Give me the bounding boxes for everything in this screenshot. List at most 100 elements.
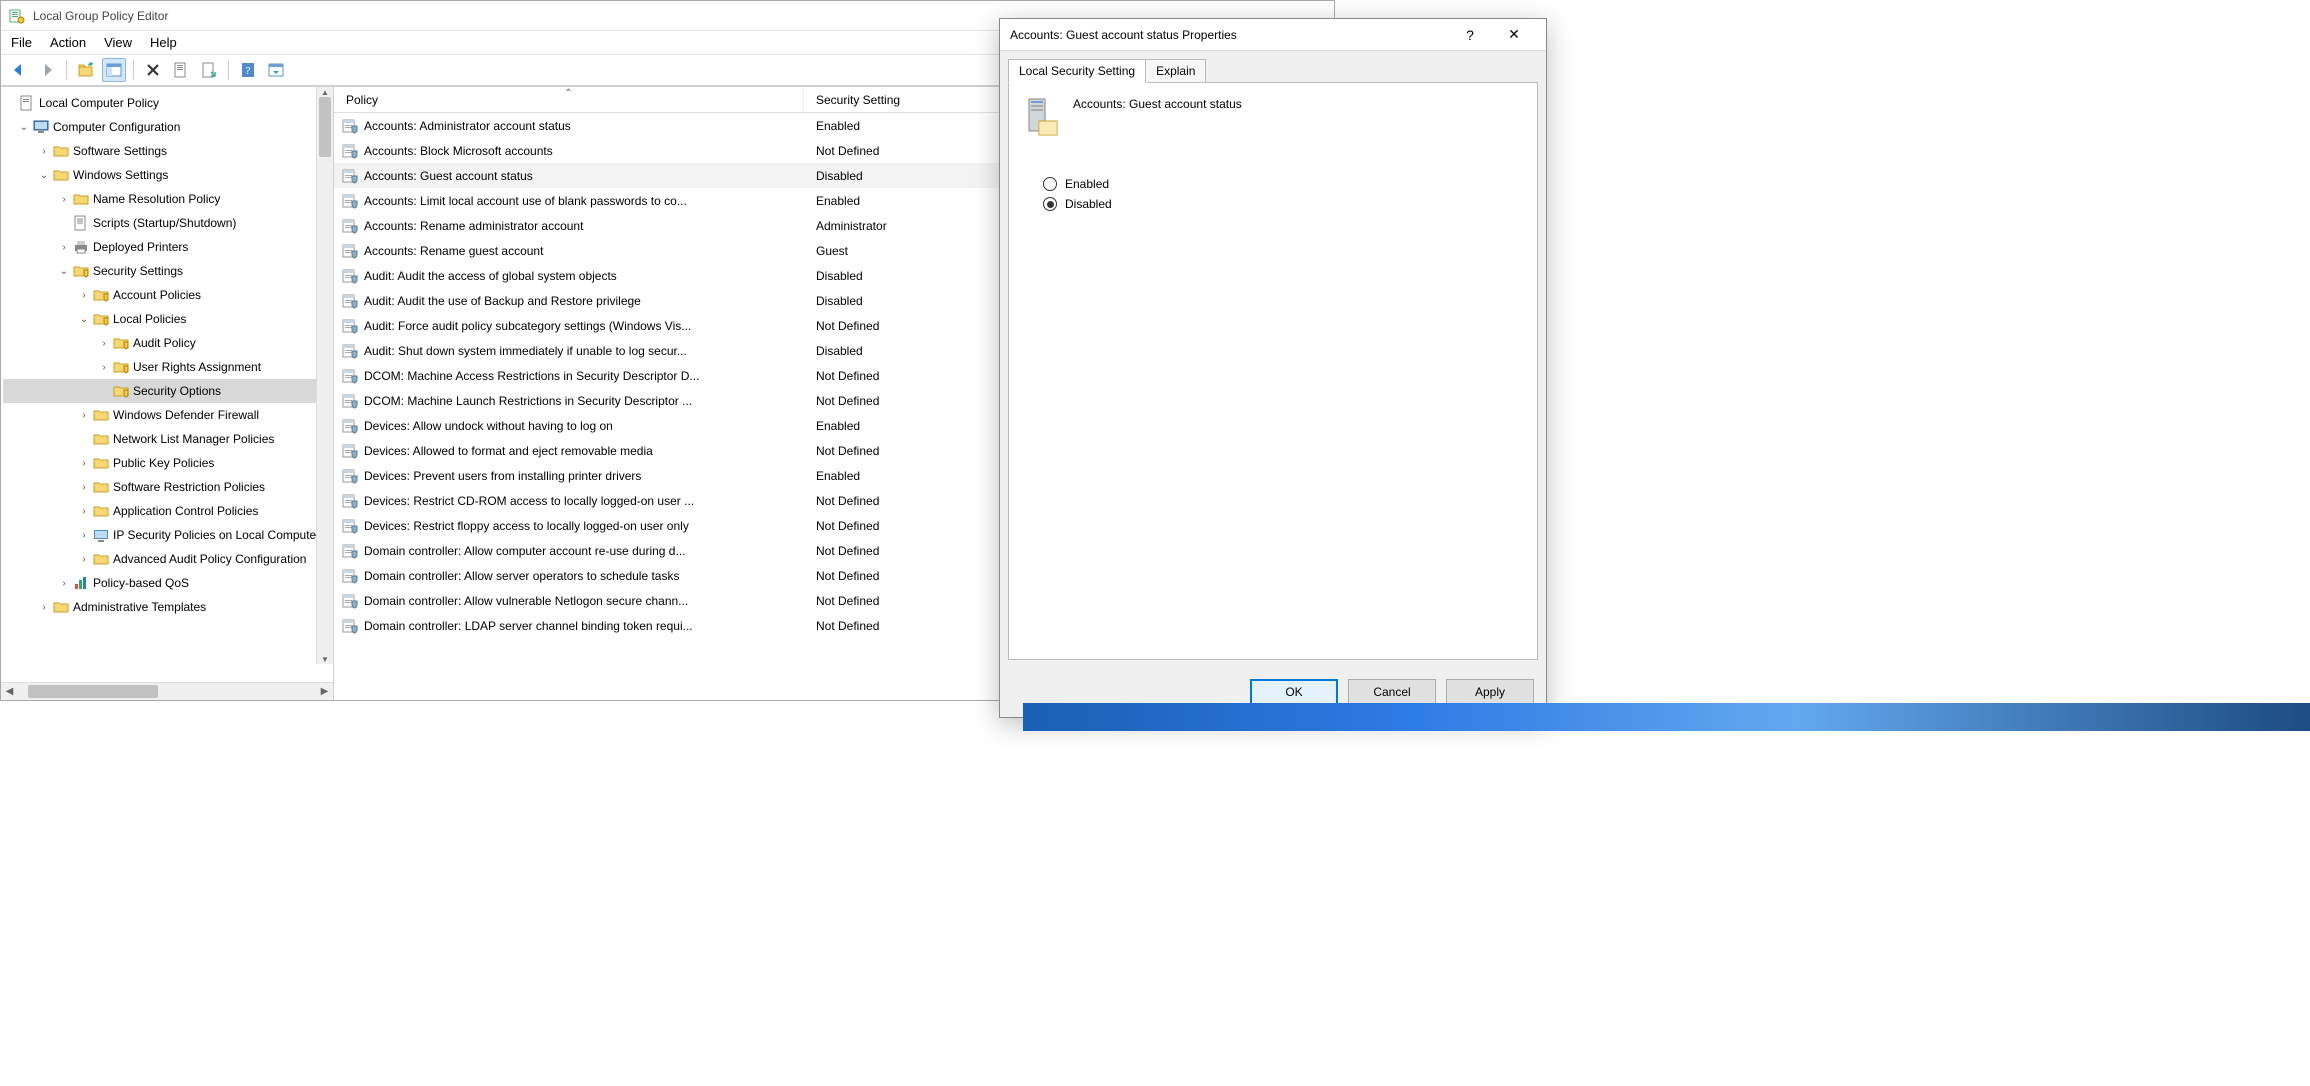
policy-icon: [342, 193, 358, 209]
dialog-titlebar: Accounts: Guest account status Propertie…: [1000, 19, 1546, 51]
radio-disabled[interactable]: Disabled: [1043, 197, 1523, 211]
tree-advanced-audit[interactable]: › Advanced Audit Policy Configuration: [3, 547, 331, 571]
twisty-closed-icon[interactable]: ›: [97, 338, 111, 349]
scroll-up-arrow-icon[interactable]: ▲: [317, 87, 333, 97]
twisty-closed-icon[interactable]: ›: [37, 146, 51, 157]
twisty-open-icon[interactable]: ⌄: [37, 170, 51, 181]
policy-setting: Not Defined: [804, 544, 879, 558]
tree-software-settings[interactable]: › Software Settings: [3, 139, 331, 163]
button-label: Apply: [1475, 685, 1505, 699]
dialog-close-button[interactable]: ✕: [1492, 20, 1536, 50]
tree-network-list[interactable]: Network List Manager Policies: [3, 427, 331, 451]
tree-windows-settings[interactable]: ⌄ Windows Settings: [3, 163, 331, 187]
scroll-left-arrow-icon[interactable]: ◀: [1, 686, 18, 697]
tree-local-policies[interactable]: ⌄ Local Policies: [3, 307, 331, 331]
twisty-closed-icon[interactable]: ›: [97, 362, 111, 373]
policy-setting: Disabled: [804, 169, 863, 183]
twisty-closed-icon[interactable]: ›: [77, 458, 91, 469]
policy-setting: Disabled: [804, 294, 863, 308]
tree-software-restriction[interactable]: › Software Restriction Policies: [3, 475, 331, 499]
back-button[interactable]: [7, 58, 31, 82]
tree-root[interactable]: Local Computer Policy: [3, 91, 331, 115]
taskbar-strip: [1023, 703, 2310, 731]
tree-scripts[interactable]: Scripts (Startup/Shutdown): [3, 211, 331, 235]
tree-name-resolution[interactable]: › Name Resolution Policy: [3, 187, 331, 211]
twisty-open-icon[interactable]: ⌄: [77, 314, 91, 325]
folder-icon: [93, 455, 109, 471]
radio-enabled[interactable]: Enabled: [1043, 177, 1523, 191]
tree-account-policies[interactable]: › Account Policies: [3, 283, 331, 307]
tree-label: Computer Configuration: [53, 120, 180, 134]
menu-action[interactable]: Action: [50, 35, 86, 50]
tree-public-key[interactable]: › Public Key Policies: [3, 451, 331, 475]
policy-icon: [342, 318, 358, 334]
security-folder-icon: [113, 359, 129, 375]
export-list-button[interactable]: [197, 58, 221, 82]
tree-policy-qos[interactable]: › Policy-based QoS: [3, 571, 331, 595]
ok-button[interactable]: OK: [1250, 679, 1338, 705]
scroll-thumb[interactable]: [319, 97, 331, 157]
twisty-closed-icon[interactable]: ›: [77, 482, 91, 493]
properties-button[interactable]: [169, 58, 193, 82]
twisty-open-icon[interactable]: ⌄: [57, 266, 71, 277]
tab-label: Local Security Setting: [1019, 64, 1135, 78]
scroll-down-arrow-icon[interactable]: ▼: [317, 654, 333, 664]
twisty-closed-icon[interactable]: ›: [77, 530, 91, 541]
scroll-thumb[interactable]: [28, 685, 158, 698]
menu-view[interactable]: View: [104, 35, 132, 50]
tree-label: Administrative Templates: [73, 600, 206, 614]
tree-defender-firewall[interactable]: › Windows Defender Firewall: [3, 403, 331, 427]
dialog-help-button[interactable]: ?: [1448, 20, 1492, 50]
help-icon: ?: [1466, 27, 1474, 43]
tree-audit-policy[interactable]: › Audit Policy: [3, 331, 331, 355]
close-icon: ✕: [1508, 26, 1520, 43]
policy-tree[interactable]: Local Computer Policy ⌄ Computer Configu…: [1, 87, 333, 623]
twisty-closed-icon[interactable]: ›: [57, 578, 71, 589]
menu-file[interactable]: File: [11, 35, 32, 50]
scroll-right-arrow-icon[interactable]: ▶: [316, 686, 333, 697]
tree-admin-templates[interactable]: › Administrative Templates: [3, 595, 331, 619]
tree-ip-security[interactable]: › IP Security Policies on Local Computer: [3, 523, 331, 547]
show-hide-tree-button[interactable]: [102, 58, 126, 82]
tab-local-security-setting[interactable]: Local Security Setting: [1008, 59, 1146, 83]
policy-icon: [342, 443, 358, 459]
policy-icon: [342, 168, 358, 184]
twisty-closed-icon[interactable]: ›: [57, 194, 71, 205]
twisty-closed-icon[interactable]: ›: [77, 410, 91, 421]
twisty-closed-icon[interactable]: ›: [57, 242, 71, 253]
help-button[interactable]: ?: [236, 58, 260, 82]
filter-button[interactable]: [264, 58, 288, 82]
policy-setting: Enabled: [804, 119, 860, 133]
delete-button[interactable]: [141, 58, 165, 82]
col-header-policy[interactable]: Policy: [334, 87, 804, 112]
apply-button[interactable]: Apply: [1446, 679, 1534, 705]
cancel-button[interactable]: Cancel: [1348, 679, 1436, 705]
policy-setting: Not Defined: [804, 594, 879, 608]
tab-explain[interactable]: Explain: [1145, 59, 1206, 83]
twisty-closed-icon[interactable]: ›: [77, 554, 91, 565]
twisty-open-icon[interactable]: ⌄: [17, 122, 31, 133]
tree-label: Security Settings: [93, 264, 183, 278]
forward-button[interactable]: [35, 58, 59, 82]
tree-user-rights[interactable]: › User Rights Assignment: [3, 355, 331, 379]
tree-label: Software Settings: [73, 144, 167, 158]
tree-app-control[interactable]: › Application Control Policies: [3, 499, 331, 523]
policy-name: Devices: Allowed to format and eject rem…: [364, 444, 804, 458]
policy-name: DCOM: Machine Launch Restrictions in Sec…: [364, 394, 804, 408]
twisty-closed-icon[interactable]: ›: [37, 602, 51, 613]
tree-security-options[interactable]: Security Options: [3, 379, 331, 403]
tree-horizontal-scrollbar[interactable]: ◀ ▶: [1, 682, 333, 700]
policy-icon: [342, 243, 358, 259]
radio-label: Enabled: [1065, 177, 1109, 191]
dialog-tabs: Local Security Setting Explain: [1000, 51, 1546, 83]
tree-security-settings[interactable]: ⌄ Security Settings: [3, 259, 331, 283]
tree-deployed-printers[interactable]: › Deployed Printers: [3, 235, 331, 259]
policy-name: DCOM: Machine Access Restrictions in Sec…: [364, 369, 804, 383]
tree-computer-config[interactable]: ⌄ Computer Configuration: [3, 115, 331, 139]
menu-help[interactable]: Help: [150, 35, 177, 50]
policy-setting: Administrator: [804, 219, 887, 233]
up-level-button[interactable]: [74, 58, 98, 82]
twisty-closed-icon[interactable]: ›: [77, 290, 91, 301]
twisty-closed-icon[interactable]: ›: [77, 506, 91, 517]
tree-vertical-scrollbar[interactable]: ▲ ▼: [316, 87, 333, 664]
